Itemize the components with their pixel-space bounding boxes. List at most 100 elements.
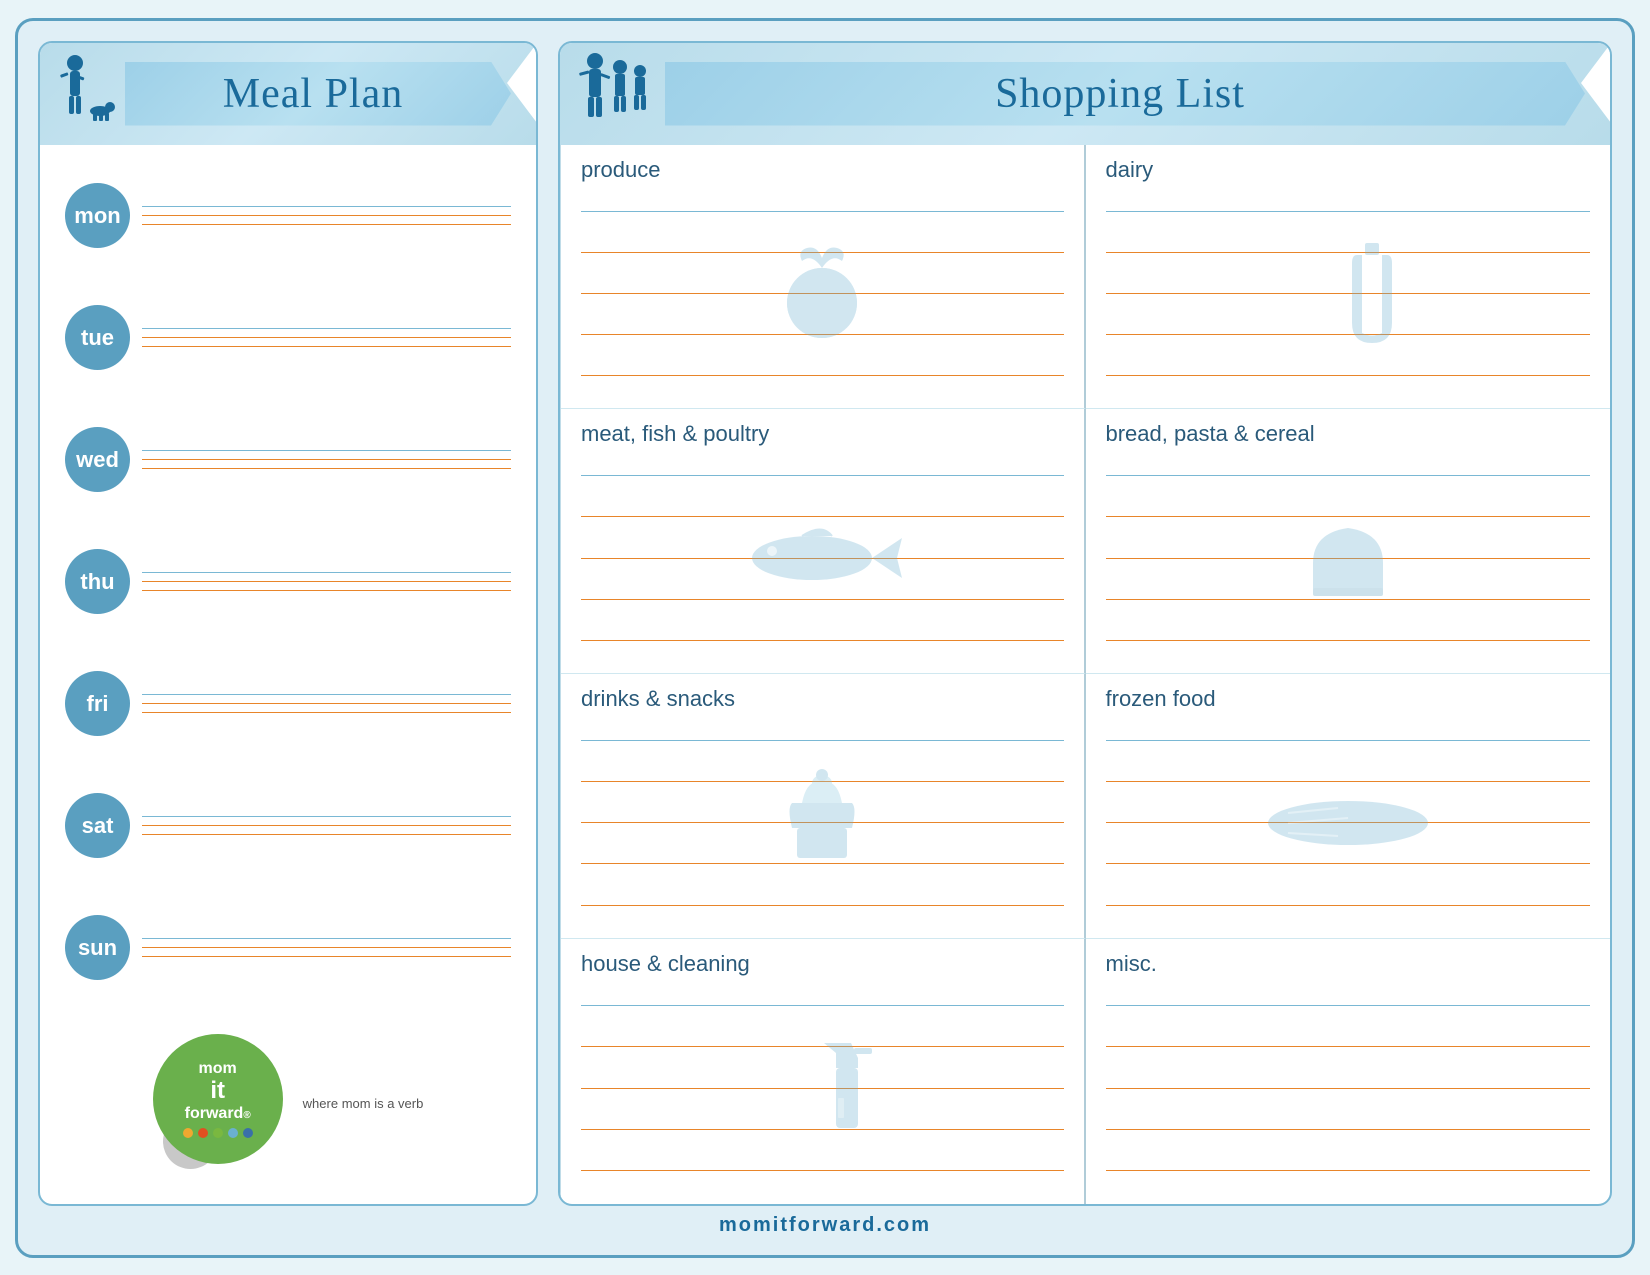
frozen-line-5 (1106, 905, 1591, 906)
frozen-line-2 (1106, 781, 1591, 782)
house-lines (581, 985, 1064, 1192)
logo-dots-row (183, 1128, 253, 1138)
day-line-fri-0 (142, 703, 511, 704)
day-circle-sun: sun (65, 915, 130, 980)
misc-line-5 (1106, 1170, 1591, 1171)
cell-frozen: frozen food (1086, 674, 1611, 939)
logo-dot-3 (213, 1128, 223, 1138)
shopping-person-icon (575, 53, 655, 135)
day-line-wed-0 (142, 459, 511, 460)
logo-dot-4 (228, 1128, 238, 1138)
house-label: house & cleaning (581, 951, 1064, 977)
day-circle-fri: fri (65, 671, 130, 736)
footer-text: momitforward.com (719, 1214, 931, 1236)
house-line-5 (581, 1170, 1064, 1171)
days-container: montuewedthufrisatsun (40, 145, 536, 1019)
day-line-blue-fri (142, 694, 511, 695)
meal-plan-panel: Meal Plan montuewedthufrisatsun mom it f… (38, 41, 538, 1206)
day-row-fri: fri (65, 665, 511, 742)
house-line-1 (581, 1005, 1064, 1006)
misc-line-2 (1106, 1046, 1591, 1047)
logo-dot-2 (198, 1128, 208, 1138)
day-line-wed-1 (142, 468, 511, 469)
day-line-blue-mon (142, 206, 511, 207)
logo-text-area: where mom is a verb (303, 1096, 424, 1111)
cell-misc: misc. (1086, 939, 1611, 1204)
day-line-blue-sun (142, 938, 511, 939)
day-line-blue-wed (142, 450, 511, 451)
shopping-grid: produce (560, 145, 1610, 1204)
bread-label: bread, pasta & cereal (1106, 421, 1591, 447)
bread-line-1 (1106, 475, 1591, 476)
day-line-thu-1 (142, 590, 511, 591)
meal-plan-person-icon (55, 53, 115, 135)
meat-line-1 (581, 475, 1064, 476)
drinks-label: drinks & snacks (581, 686, 1064, 712)
day-circle-tue: tue (65, 305, 130, 370)
shopping-banner: Shopping List (665, 62, 1585, 126)
dairy-line-1 (1106, 211, 1591, 212)
logo-area: mom it forward® (40, 1019, 536, 1189)
meat-label: meat, fish & poultry (581, 421, 1064, 447)
page-wrapper: Meal Plan montuewedthufrisatsun mom it f… (15, 18, 1635, 1258)
misc-lines (1106, 985, 1591, 1192)
bread-lines (1106, 455, 1591, 661)
misc-line-1 (1106, 1005, 1591, 1006)
logo-it: it (210, 1078, 225, 1104)
meat-lines (581, 455, 1064, 661)
day-row-mon: mon (65, 177, 511, 254)
footer: momitforward.com (38, 1206, 1612, 1245)
frozen-line-4 (1106, 863, 1591, 864)
day-lines-fri (142, 694, 511, 713)
shopping-title: Shopping List (995, 70, 1245, 118)
meal-plan-banner: Meal Plan (125, 62, 511, 126)
frozen-label: frozen food (1106, 686, 1591, 712)
produce-line-1 (581, 211, 1064, 212)
day-line-sat-0 (142, 825, 511, 826)
day-lines-thu (142, 572, 511, 591)
day-row-sat: sat (65, 787, 511, 864)
shopping-header: Shopping List (560, 43, 1610, 145)
main-content: Meal Plan montuewedthufrisatsun mom it f… (38, 41, 1612, 1206)
dairy-line-5 (1106, 375, 1591, 376)
shopping-panel: Shopping List produce (558, 41, 1612, 1206)
cell-drinks: drinks & snacks (561, 674, 1086, 939)
day-row-tue: tue (65, 299, 511, 376)
cell-bread: bread, pasta & cereal (1086, 409, 1611, 674)
drinks-line-5 (581, 905, 1064, 906)
day-line-fri-1 (142, 712, 511, 713)
day-line-sun-1 (142, 956, 511, 957)
logo-dot-5 (243, 1128, 253, 1138)
day-line-sat-1 (142, 834, 511, 835)
misc-line-3 (1106, 1088, 1591, 1089)
meal-plan-title: Meal Plan (223, 70, 403, 118)
day-lines-mon (142, 206, 511, 225)
produce-line-5 (581, 375, 1064, 376)
day-line-blue-tue (142, 328, 511, 329)
day-line-mon-0 (142, 215, 511, 216)
day-lines-tue (142, 328, 511, 347)
cell-meat: meat, fish & poultry (561, 409, 1086, 674)
misc-label: misc. (1106, 951, 1591, 977)
day-line-mon-1 (142, 224, 511, 225)
day-line-sun-0 (142, 947, 511, 948)
day-line-tue-0 (142, 337, 511, 338)
day-lines-sat (142, 816, 511, 835)
dairy-lines (1106, 191, 1591, 397)
frozen-line-1 (1106, 740, 1591, 741)
drinks-lines (581, 720, 1064, 926)
day-circle-mon: mon (65, 183, 130, 248)
day-circle-sat: sat (65, 793, 130, 858)
produce-lines (581, 191, 1064, 397)
logo-forward: forward® (185, 1104, 251, 1123)
day-line-tue-1 (142, 346, 511, 347)
meal-plan-header: Meal Plan (40, 43, 536, 145)
logo-registered: ® (243, 1110, 250, 1121)
produce-label: produce (581, 157, 1064, 183)
day-line-blue-sat (142, 816, 511, 817)
bread-line-5 (1106, 640, 1591, 641)
cell-produce: produce (561, 145, 1086, 410)
frozen-lines (1106, 720, 1591, 926)
logo-forward-text: forward (185, 1105, 244, 1122)
day-row-sun: sun (65, 909, 511, 986)
